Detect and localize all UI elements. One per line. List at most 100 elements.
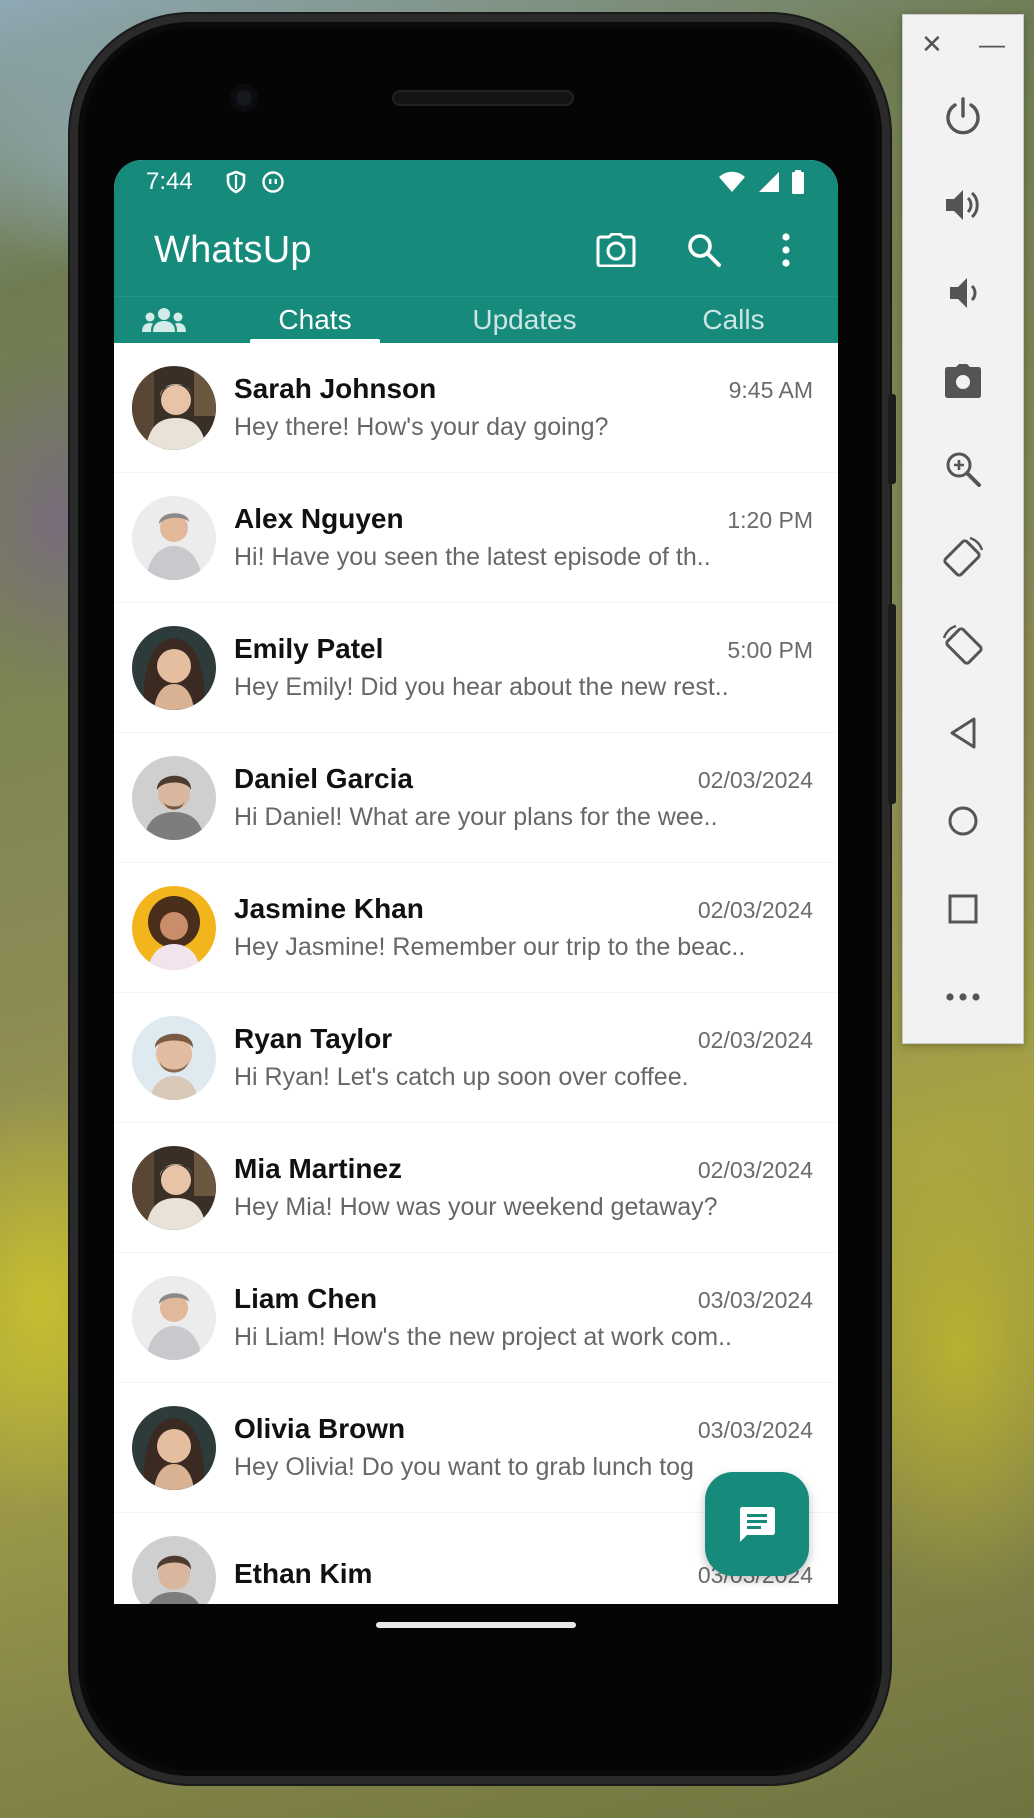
- tab-calls[interactable]: Calls: [629, 297, 838, 343]
- chat-name: Alex Nguyen: [234, 503, 404, 534]
- volume-up-button[interactable]: [903, 161, 1023, 249]
- chat-list: Sarah Johnson 9:45 AM Hey there! How's yo…: [114, 343, 838, 1604]
- chat-item[interactable]: Sarah Johnson 9:45 AM Hey there! How's yo…: [114, 343, 838, 473]
- volume-up-icon: [946, 190, 979, 220]
- avatar: [132, 1275, 216, 1360]
- chat-item[interactable]: Mia Martinez 02/03/2024 Hey Mia! How was …: [114, 1123, 838, 1253]
- search-icon: [688, 234, 721, 267]
- status-bar: 7:44: [114, 160, 838, 204]
- power-icon: [946, 97, 980, 135]
- toolbar: WhatsUp: [114, 204, 838, 296]
- screenshot-button[interactable]: [903, 337, 1023, 425]
- avatar: [132, 1535, 216, 1604]
- chat-item[interactable]: Alex Nguyen 1:20 PM Hi! Have you seen the…: [114, 473, 838, 603]
- chat-message-preview: Hey Mia! How was your weekend getaway?: [234, 1193, 718, 1221]
- phone-power-key: [888, 394, 896, 484]
- chat-message-preview: Hi! Have you seen the latest episode of …: [234, 543, 711, 571]
- chat-message-preview: Hi Liam! How's the new project at work c…: [234, 1323, 732, 1351]
- overview-button[interactable]: [903, 865, 1023, 953]
- minimize-icon[interactable]: —: [979, 29, 1005, 60]
- more-icon: [946, 993, 980, 1001]
- avatar: [132, 755, 216, 840]
- home-button[interactable]: [903, 777, 1023, 865]
- overview-icon: [948, 894, 978, 924]
- chat-time: 1:20 PM: [727, 507, 813, 533]
- extended-controls-button[interactable]: [903, 953, 1023, 1041]
- more-vert-icon: [782, 233, 790, 267]
- chat-name: Liam Chen: [234, 1283, 378, 1314]
- back-icon: [950, 717, 976, 749]
- chat-name: Mia Martinez: [234, 1153, 403, 1184]
- chat-time: 03/03/2024: [697, 1417, 813, 1443]
- wifi-icon: [719, 171, 745, 192]
- chat-item[interactable]: Daniel Garcia 02/03/2024 Hi Daniel! What …: [114, 733, 838, 863]
- app-title: WhatsUp: [154, 228, 312, 271]
- power-button[interactable]: [903, 73, 1023, 161]
- chat-message-preview: Hey Emily! Did you hear about the new re…: [234, 673, 729, 701]
- search-button[interactable]: [674, 220, 734, 280]
- front-camera: [230, 84, 258, 112]
- chat-message-preview: Hey there! How's your day going?: [234, 413, 609, 441]
- avatar: [132, 365, 216, 450]
- rotate-left-button[interactable]: [903, 513, 1023, 601]
- chat-message-preview: Hey Jasmine! Remember our trip to the be…: [234, 933, 746, 961]
- phone-volume-key: [888, 604, 896, 804]
- close-icon[interactable]: ✕: [921, 29, 943, 60]
- tab-chats[interactable]: Chats: [242, 297, 388, 343]
- tab-bar: Chats Updates Calls: [114, 296, 838, 343]
- chat-name: Sarah Johnson: [234, 373, 437, 404]
- chat-time: 02/03/2024: [697, 1157, 813, 1183]
- chat-message-preview: Hi Ryan! Let's catch up soon over coffee…: [234, 1063, 689, 1091]
- chat-time: 03/03/2024: [697, 1287, 813, 1313]
- avatar: [132, 1145, 216, 1230]
- avatar: [132, 885, 216, 970]
- chat-name: Daniel Garcia: [234, 763, 413, 794]
- vpn-shield-icon: [226, 170, 246, 194]
- chat-name: Jasmine Khan: [234, 893, 424, 924]
- home-icon: [948, 806, 978, 836]
- gesture-home-bar[interactable]: [376, 1622, 576, 1628]
- rotate-left-icon: [943, 536, 984, 577]
- chat-item[interactable]: Emily Patel 5:00 PM Hey Emily! Did you he…: [114, 603, 838, 733]
- more-options-button[interactable]: [756, 220, 816, 280]
- avatar: [132, 625, 216, 710]
- earpiece-speaker: [392, 90, 574, 106]
- chat-time: 9:45 AM: [728, 377, 813, 403]
- tab-community[interactable]: [114, 297, 214, 343]
- emulator-control-panel: ✕ —: [902, 14, 1024, 1044]
- new-chat-icon: [740, 1507, 775, 1542]
- avatar: [132, 1015, 216, 1100]
- community-icon: [142, 308, 186, 332]
- chat-message-preview: Hi Daniel! What are your plans for the w…: [234, 803, 718, 831]
- volume-down-button[interactable]: [903, 249, 1023, 337]
- avatar: [132, 1405, 216, 1490]
- volume-down-icon: [950, 278, 977, 308]
- back-button[interactable]: [903, 689, 1023, 777]
- notification-app-icon: [262, 171, 284, 193]
- chat-item[interactable]: Jasmine Khan 02/03/2024 Hey Jasmine! Reme…: [114, 863, 838, 993]
- chat-name: Olivia Brown: [234, 1413, 406, 1444]
- tab-updates[interactable]: Updates: [420, 297, 629, 343]
- new-chat-button[interactable]: [705, 1472, 809, 1576]
- phone-screen: 7:44 WhatsUp Chats Updates Calls Sarah J…: [114, 160, 838, 1604]
- camera-icon: [596, 233, 636, 267]
- battery-icon: [792, 170, 804, 194]
- zoom-button[interactable]: [903, 425, 1023, 513]
- chat-name: Ethan Kim: [234, 1557, 373, 1589]
- app-header: 7:44 WhatsUp Chats Updates Calls: [114, 160, 838, 343]
- zoom-icon: [946, 452, 981, 487]
- chat-name: Emily Patel: [234, 633, 384, 664]
- chat-time: 02/03/2024: [697, 767, 813, 793]
- camera-icon: [945, 364, 981, 398]
- chat-item[interactable]: Liam Chen 03/03/2024 Hi Liam! How's the n…: [114, 1253, 838, 1383]
- status-time: 7:44: [146, 168, 193, 195]
- chat-name: Ryan Taylor: [234, 1023, 393, 1054]
- signal-icon: [759, 172, 779, 192]
- rotate-right-button[interactable]: [903, 601, 1023, 689]
- chat-time: 02/03/2024: [697, 897, 813, 923]
- chat-item[interactable]: Ryan Taylor 02/03/2024 Hi Ryan! Let's cat…: [114, 993, 838, 1123]
- camera-button[interactable]: [586, 220, 646, 280]
- rotate-right-icon: [942, 624, 983, 665]
- chat-time: 5:00 PM: [727, 637, 813, 663]
- avatar: [132, 495, 216, 580]
